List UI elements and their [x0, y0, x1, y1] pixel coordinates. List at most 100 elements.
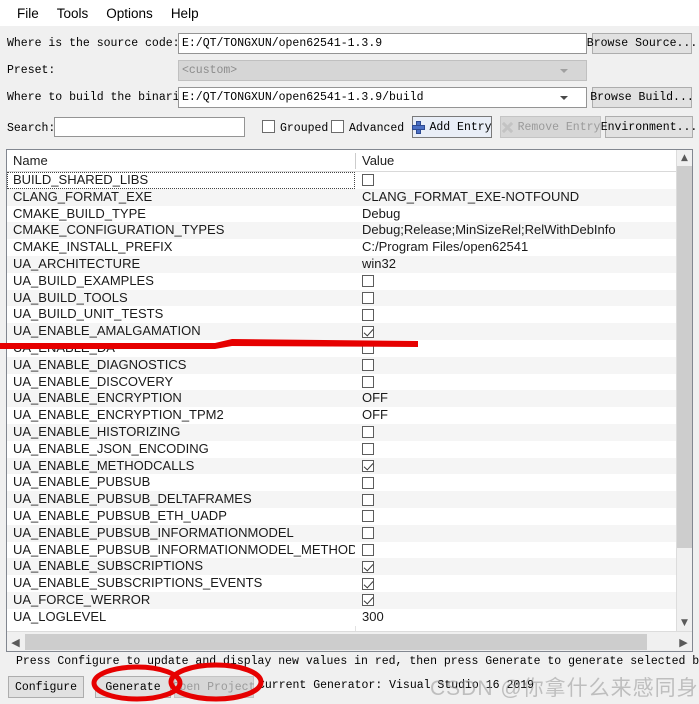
browse-build-button[interactable]: Browse Build...: [590, 87, 694, 108]
cache-entry-value[interactable]: [356, 357, 675, 374]
cache-entry-value[interactable]: [356, 441, 675, 458]
table-row[interactable]: UA_ENABLE_PUBSUB_ETH_UADP: [7, 507, 692, 525]
preset-combobox[interactable]: <custom>: [178, 60, 587, 81]
cache-entry-value[interactable]: [356, 458, 675, 475]
cache-entry-value[interactable]: [356, 290, 675, 307]
cache-entry-value[interactable]: [356, 592, 675, 609]
cache-entry-name: UA_ENABLE_PUBSUB_ETH_UADP: [13, 507, 227, 523]
cache-entry-value[interactable]: [356, 525, 675, 542]
value-checkbox[interactable]: [362, 375, 374, 388]
table-row[interactable]: UA_LOGLEVEL 300: [7, 608, 692, 626]
table-row[interactable]: UA_BUILD_UNIT_TESTS: [7, 306, 692, 324]
menu-options[interactable]: Options: [97, 3, 162, 24]
add-entry-button[interactable]: Add Entry: [412, 116, 492, 138]
value-checkbox[interactable]: [362, 443, 374, 456]
value-checkbox[interactable]: [362, 577, 374, 590]
table-row[interactable]: UA_ENABLE_PUBSUB_DELTAFRAMES: [7, 491, 692, 508]
value-checkbox[interactable]: [362, 325, 374, 338]
cache-entry-name: UA_BUILD_TOOLS: [13, 289, 128, 305]
table-row[interactable]: CMAKE_CONFIGURATION_TYPES Debug;Release;M…: [7, 222, 692, 240]
cache-entry-value[interactable]: OFF: [356, 407, 675, 424]
table-row[interactable]: UA_ENABLE_ENCRYPTION_TPM2 OFF: [7, 407, 692, 424]
configure-button[interactable]: Configure: [8, 676, 84, 698]
value-checkbox[interactable]: [362, 476, 374, 489]
value-checkbox[interactable]: [362, 308, 374, 321]
cache-entry-value[interactable]: Debug: [356, 206, 675, 223]
generate-button[interactable]: Generate: [95, 676, 171, 698]
table-row[interactable]: UA_ENABLE_JSON_ENCODING: [7, 440, 692, 458]
cache-entry-value[interactable]: [356, 508, 675, 525]
table-row[interactable]: UA_ENABLE_SUBSCRIPTIONS_EVENTS: [7, 575, 692, 592]
cache-entry-value[interactable]: win32: [356, 256, 675, 273]
advanced-label: Advanced: [349, 122, 405, 135]
value-checkbox[interactable]: [362, 510, 374, 523]
scroll-up-icon[interactable]: ▲: [677, 150, 692, 166]
search-input[interactable]: [54, 117, 245, 137]
cache-entry-value[interactable]: Debug;Release;MinSizeRel;RelWithDebInfo: [356, 222, 675, 239]
table-row[interactable]: UA_BUILD_TOOLS: [7, 289, 692, 307]
table-row[interactable]: UA_ENABLE_METHODCALLS: [7, 457, 692, 475]
grouped-checkbox[interactable]: [262, 120, 275, 133]
value-checkbox[interactable]: [362, 174, 374, 187]
table-row[interactable]: UA_ENABLE_SUBSCRIPTIONS: [7, 558, 692, 576]
cache-entry-value[interactable]: [356, 474, 675, 491]
cache-entry-value[interactable]: [356, 491, 675, 508]
menu-tools[interactable]: Tools: [48, 3, 98, 24]
value-checkbox[interactable]: [362, 459, 374, 472]
table-row[interactable]: CLANG_FORMAT_EXE CLANG_FORMAT_EXE-NOTFOUN…: [7, 188, 692, 206]
cache-entry-value[interactable]: 300: [356, 609, 675, 626]
table-row[interactable]: UA_ENABLE_HISTORIZING: [7, 423, 692, 441]
cache-entry-name: UA_BUILD_UNIT_TESTS: [13, 306, 164, 322]
cache-entry-value[interactable]: CLANG_FORMAT_EXE-NOTFOUND: [356, 189, 675, 206]
table-row[interactable]: CMAKE_BUILD_TYPE Debug: [7, 205, 692, 223]
value-checkbox[interactable]: [362, 543, 374, 556]
table-row[interactable]: UA_ENABLE_PUBSUB_INFORMATIONMODEL: [7, 524, 692, 542]
scroll-right-icon[interactable]: ▶: [675, 633, 692, 651]
menu-file[interactable]: File: [8, 3, 48, 24]
scroll-down-icon[interactable]: ▼: [677, 615, 692, 631]
advanced-checkbox[interactable]: [331, 120, 344, 133]
cache-entry-value[interactable]: [356, 273, 675, 290]
table-row[interactable]: UA_ENABLE_PUBSUB: [7, 474, 692, 492]
horizontal-scrollbar[interactable]: ◀ ▶: [7, 631, 692, 651]
value-checkbox[interactable]: [362, 359, 374, 372]
table-row[interactable]: UA_ARCHITECTURE win32: [7, 255, 692, 273]
cache-entry-name: CLANG_FORMAT_EXE: [13, 188, 153, 204]
value-checkbox[interactable]: [362, 493, 374, 506]
browse-source-button[interactable]: Browse Source...: [587, 33, 697, 54]
cache-entry-value[interactable]: [356, 172, 675, 189]
vertical-scrollbar[interactable]: ▲ ▼: [676, 150, 692, 631]
value-checkbox[interactable]: [362, 426, 374, 439]
scroll-left-icon[interactable]: ◀: [7, 633, 24, 651]
cache-entry-value[interactable]: [356, 542, 675, 559]
cache-entry-value[interactable]: OFF: [356, 390, 675, 407]
vertical-scrollbar-thumb[interactable]: [677, 166, 692, 548]
value-checkbox[interactable]: [362, 291, 374, 304]
table-row[interactable]: UA_ENABLE_ENCRYPTION OFF: [7, 390, 692, 408]
table-row[interactable]: UA_ENABLE_PUBSUB_INFORMATIONMODEL_METHOD…: [7, 541, 692, 559]
table-row[interactable]: UA_FORCE_WERROR: [7, 591, 692, 609]
table-row[interactable]: UA_ENABLE_DISCOVERY: [7, 373, 692, 391]
table-row[interactable]: BUILD_SHARED_LIBS: [7, 172, 692, 189]
table-row[interactable]: UA_ENABLE_DIAGNOSTICS: [7, 356, 692, 374]
cache-entry-value[interactable]: C:/Program Files/open62541: [356, 239, 675, 256]
value-checkbox[interactable]: [362, 527, 374, 540]
column-header-value[interactable]: Value: [356, 150, 676, 171]
value-checkbox[interactable]: [362, 275, 374, 288]
column-header-name[interactable]: Name: [7, 150, 355, 171]
table-row[interactable]: CMAKE_INSTALL_PREFIX C:/Program Files/ope…: [7, 239, 692, 256]
value-checkbox[interactable]: [362, 560, 374, 573]
cache-entry-name: UA_ENABLE_JSON_ENCODING: [13, 440, 209, 456]
cache-entry-value[interactable]: [356, 306, 675, 323]
cache-entry-value[interactable]: [356, 558, 675, 575]
cache-entry-value[interactable]: [356, 374, 675, 391]
cache-entry-value[interactable]: [356, 424, 675, 441]
value-checkbox[interactable]: [362, 594, 374, 607]
cache-entry-value[interactable]: [356, 575, 675, 592]
source-code-input[interactable]: E:/QT/TONGXUN/open62541-1.3.9: [178, 33, 587, 54]
environment-button[interactable]: Environment...: [601, 116, 697, 138]
build-binaries-input[interactable]: E:/QT/TONGXUN/open62541-1.3.9/build: [178, 87, 587, 108]
table-row[interactable]: UA_BUILD_EXAMPLES: [7, 272, 692, 290]
menu-help[interactable]: Help: [162, 3, 208, 24]
horizontal-scrollbar-thumb[interactable]: [25, 634, 647, 650]
